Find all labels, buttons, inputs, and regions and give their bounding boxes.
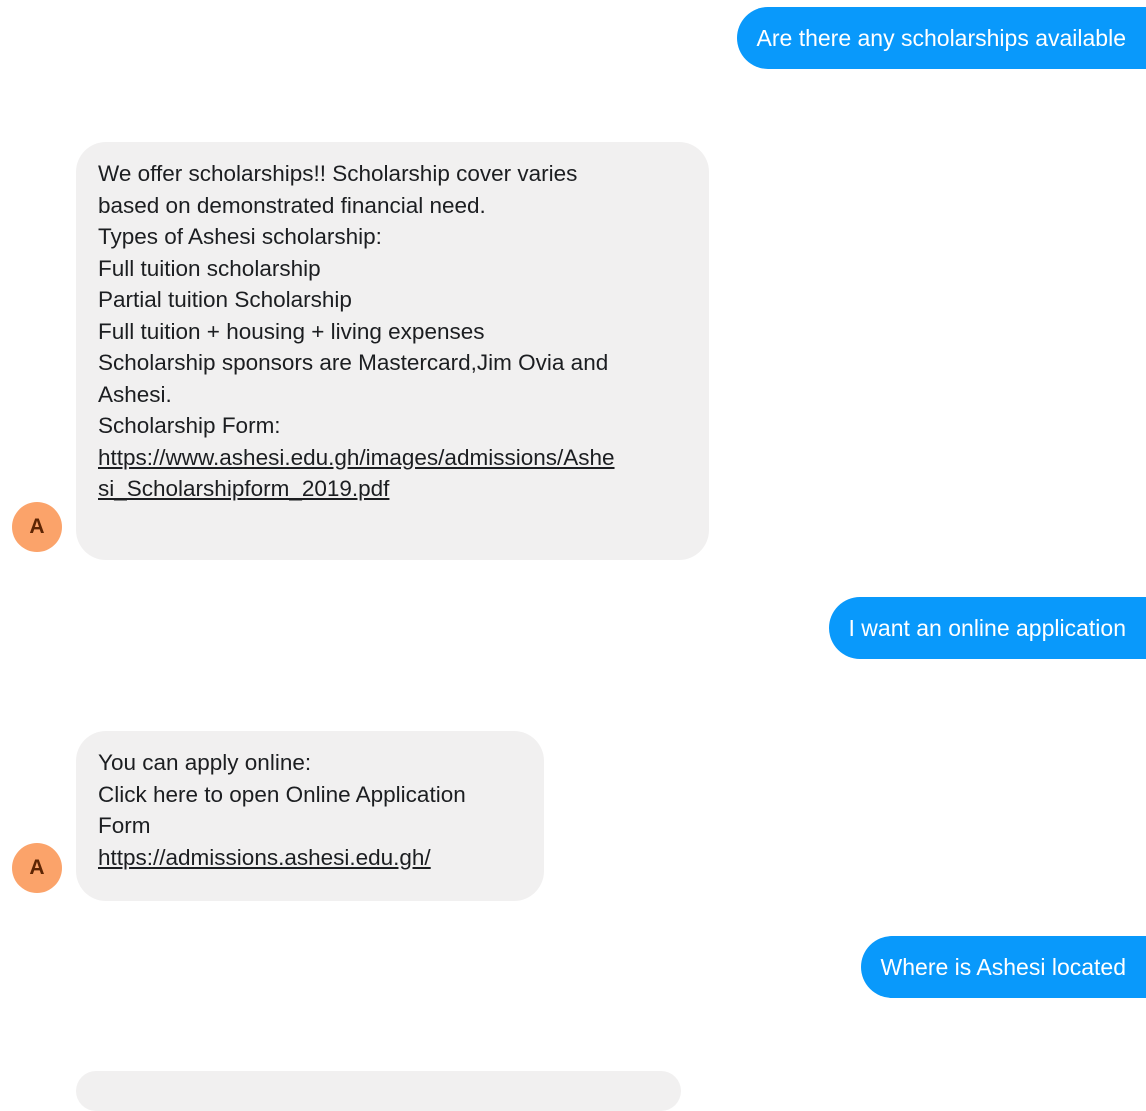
bot-message-line: Scholarship Form:	[98, 413, 281, 438]
bot-message-line: Full tuition + housing + living expenses	[98, 318, 485, 344]
user-message-text: Are there any scholarships available	[756, 25, 1126, 51]
bot-message-bubble: You can apply online: Click here to open…	[76, 731, 544, 901]
bot-avatar: A	[12, 502, 62, 552]
user-message-bubble: I want an online application	[828, 597, 1146, 659]
scholarship-form-link-line[interactable]: https://www.ashesi.edu.gh/images/admissi…	[98, 442, 687, 474]
bot-message-line: You can apply online:	[98, 750, 312, 775]
bot-message-bubble	[76, 1071, 681, 1111]
bot-avatar-letter: A	[29, 515, 45, 538]
bot-message-line: Click here to open Online Application	[98, 781, 466, 807]
online-application-link[interactable]: https://admissions.ashesi.edu.gh/	[98, 842, 522, 874]
user-message-bubble: Are there any scholarships available	[736, 7, 1146, 69]
bot-avatar-letter: A	[29, 856, 45, 879]
user-message-text: Where is Ashesi located	[880, 954, 1126, 980]
chat-thread: Are there any scholarships available We …	[0, 0, 1146, 1111]
bot-message-line: Full tuition scholarship	[98, 255, 321, 281]
bot-message-line: Scholarship sponsors are Mastercard,Jim …	[98, 350, 609, 375]
scholarship-form-link[interactable]: https://www.ashesi.edu.gh/images/admissi…	[98, 442, 687, 505]
user-message-bubble: Where is Ashesi located	[860, 936, 1146, 998]
bot-message-line: based on demonstrated financial need.	[98, 192, 486, 218]
scholarship-form-link-line[interactable]: si_Scholarshipform_2019.pdf	[98, 473, 687, 505]
online-application-link-line[interactable]: https://admissions.ashesi.edu.gh/	[98, 842, 522, 874]
bot-message-line: Types of Ashesi scholarship:	[98, 224, 382, 249]
bot-avatar: A	[12, 843, 62, 893]
bot-message-line: Partial tuition Scholarship	[98, 287, 352, 312]
bot-message-line: Form	[98, 813, 151, 838]
bot-message-bubble: We offer scholarships!! Scholarship cove…	[76, 142, 709, 560]
user-message-text: I want an online application	[848, 615, 1126, 641]
bot-message-line: Ashesi.	[98, 381, 172, 407]
bot-message-line: We offer scholarships!! Scholarship cove…	[98, 161, 578, 186]
